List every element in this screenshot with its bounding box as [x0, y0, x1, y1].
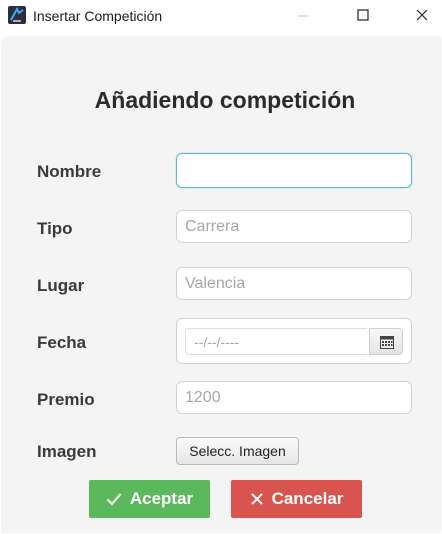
fecha-label: Fecha	[37, 333, 87, 352]
form-heading: Añadiendo competición	[94, 87, 356, 113]
lugar-label: Lugar	[37, 276, 85, 295]
accept-button[interactable]: Aceptar	[89, 480, 210, 518]
app-logo-icon	[8, 6, 26, 24]
window-title: Insertar Competición	[33, 8, 163, 24]
select-image-button[interactable]: Selecc. Imagen	[176, 437, 299, 465]
tipo-input[interactable]	[176, 210, 412, 243]
title-bar: Insertar Competición	[0, 0, 442, 32]
lugar-input[interactable]	[176, 267, 412, 300]
cancel-label: Cancelar	[271, 489, 344, 508]
nombre-input[interactable]	[176, 153, 412, 188]
fecha-input[interactable]	[185, 328, 367, 355]
calendar-icon	[380, 336, 394, 349]
nombre-label: Nombre	[37, 162, 102, 181]
tipo-label: Tipo	[37, 219, 73, 238]
accept-label: Aceptar	[129, 489, 194, 508]
fecha-picker	[176, 318, 412, 364]
calendar-button[interactable]	[369, 328, 403, 355]
maximize-button[interactable]	[340, 0, 386, 32]
premio-input[interactable]	[176, 381, 412, 414]
close-button[interactable]	[396, 0, 442, 32]
cancel-button[interactable]: Cancelar	[231, 480, 362, 518]
imagen-label: Imagen	[37, 442, 97, 461]
close-icon	[250, 493, 263, 505]
premio-label: Premio	[37, 390, 95, 409]
check-icon	[106, 493, 122, 506]
minimize-button[interactable]	[280, 0, 326, 32]
